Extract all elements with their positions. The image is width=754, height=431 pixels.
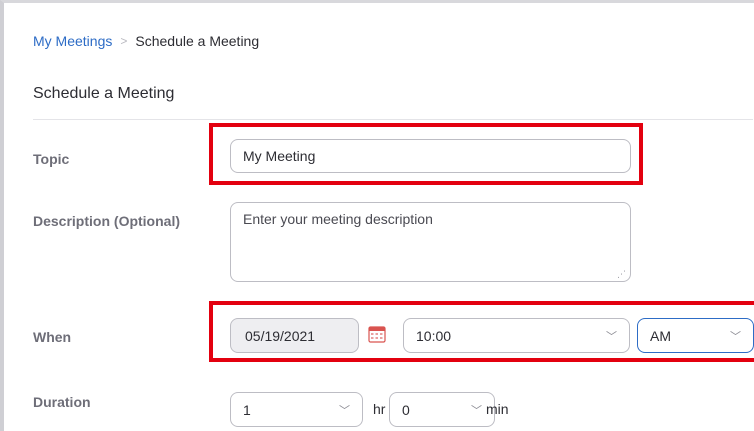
calendar-icon[interactable] [368,325,386,343]
breadcrumb: My Meetings > Schedule a Meeting [33,33,259,49]
duration-hours-select[interactable]: 1 ﹀ [230,392,363,427]
date-value: 05/19/2021 [245,327,316,344]
duration-label: Duration [33,394,91,410]
minutes-unit-label: min [486,401,509,417]
duration-hours-value: 1 [243,401,251,418]
date-input[interactable]: 05/19/2021 [230,318,359,353]
duration-minutes-select[interactable]: 0 ﹀ [389,392,495,427]
topic-label: Topic [33,151,70,167]
time-select[interactable]: 10:00 ﹀ [403,318,630,353]
when-label: When [33,329,72,345]
time-value: 10:00 [416,327,452,344]
chevron-down-icon: ﹀ [339,404,350,417]
topic-input[interactable] [230,139,631,173]
title-divider [33,119,753,120]
breadcrumb-my-meetings-link[interactable]: My Meetings [33,33,112,49]
page-title: Schedule a Meeting [33,85,175,102]
breadcrumb-current: Schedule a Meeting [135,33,260,49]
schedule-meeting-page: My Meetings > Schedule a Meeting Schedul… [0,0,754,431]
breadcrumb-separator: > [120,34,128,48]
duration-minutes-value: 0 [402,401,410,418]
chevron-down-icon: ﹀ [471,404,482,417]
ampm-select[interactable]: AM ﹀ [637,318,754,353]
resize-grip-icon[interactable]: ⋰ [617,269,627,279]
chevron-down-icon: ﹀ [606,330,617,343]
description-textarea[interactable] [230,202,631,282]
chevron-down-icon: ﹀ [730,330,741,343]
hours-unit-label: hr [373,401,386,417]
description-label: Description (Optional) [33,213,180,229]
ampm-value: AM [650,327,671,344]
